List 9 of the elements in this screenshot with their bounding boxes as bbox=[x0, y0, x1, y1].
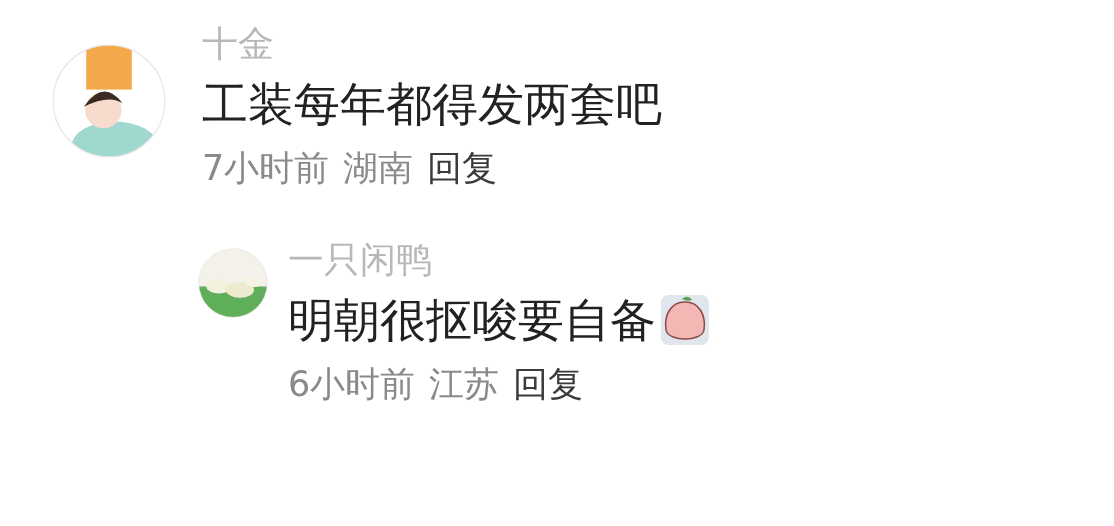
comment-time: 7小时前 bbox=[202, 147, 330, 190]
comment-text: 工装每年都得发两套吧 bbox=[202, 76, 662, 132]
comment-text: 明朝很抠唆要自备 bbox=[288, 292, 656, 348]
reply-link[interactable]: 回复 bbox=[427, 146, 498, 190]
comment-location: 江苏 bbox=[429, 363, 500, 406]
comment-time: 6小时前 bbox=[288, 363, 416, 406]
sticker-icon bbox=[660, 294, 710, 346]
comment-location: 湖南 bbox=[343, 147, 414, 190]
reply-link[interactable]: 回复 bbox=[513, 362, 584, 406]
